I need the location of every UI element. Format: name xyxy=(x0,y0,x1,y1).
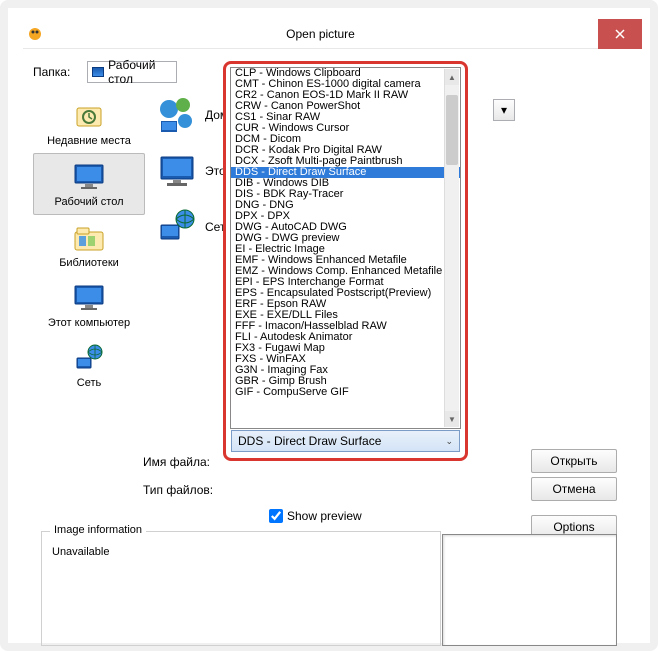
filetype-option[interactable]: CRW - Canon PowerShot xyxy=(231,101,460,112)
checkbox-input[interactable] xyxy=(269,509,283,523)
filetype-option[interactable]: FXS - WinFAX xyxy=(231,354,460,365)
network-icon xyxy=(157,207,197,247)
filetype-option[interactable]: EPI - EPS Interchange Format xyxy=(231,277,460,288)
filetype-label: Тип файлов: xyxy=(143,483,213,497)
filetype-option[interactable]: DWG - AutoCAD DWG xyxy=(231,222,460,233)
filetype-option[interactable]: DNG - DNG xyxy=(231,200,460,211)
libraries-icon xyxy=(71,223,107,253)
sidebar-item-libraries[interactable]: Библиотеки xyxy=(33,215,145,275)
filetype-option[interactable]: DCX - Zsoft Multi-page Paintbrush xyxy=(231,156,460,167)
filetype-option[interactable]: CMT - Chinon ES-1000 digital camera xyxy=(231,79,460,90)
filetype-option[interactable]: DIS - BDK Ray-Tracer xyxy=(231,189,460,200)
filetype-option[interactable]: EMZ - Windows Comp. Enhanced Metafile xyxy=(231,266,460,277)
filetype-combo-value: DDS - Direct Draw Surface xyxy=(238,434,381,448)
filetype-option[interactable]: FLI - Autodesk Animator xyxy=(231,332,460,343)
filetype-option[interactable]: ERF - Epson RAW xyxy=(231,299,460,310)
filetype-option[interactable]: CUR - Windows Cursor xyxy=(231,123,460,134)
sidebar-item-network[interactable]: Сеть xyxy=(33,335,145,395)
filetype-option[interactable]: EPS - Encapsulated Postscript(Preview) xyxy=(231,288,460,299)
recent-icon xyxy=(71,101,107,131)
sidebar-item-label: Недавние места xyxy=(47,135,131,147)
checkbox-label: Show preview xyxy=(287,509,362,523)
desktop-icon xyxy=(71,162,107,192)
filetype-option[interactable]: EXE - EXE/DLL Files xyxy=(231,310,460,321)
sidebar-item-desktop[interactable]: Рабочий стол xyxy=(33,153,145,215)
app-icon xyxy=(27,26,43,42)
open-button[interactable]: Открыть xyxy=(531,449,617,473)
cancel-button[interactable]: Отмена xyxy=(531,477,617,501)
scrollbar[interactable]: ▲ ▼ xyxy=(444,69,459,427)
filetype-option[interactable]: EMF - Windows Enhanced Metafile xyxy=(231,255,460,266)
filetype-combo[interactable]: DDS - Direct Draw Surface ⌄ xyxy=(231,430,460,452)
action-buttons: Открыть Отмена Options xyxy=(531,449,617,539)
filetype-option[interactable]: GIF - CompuServe GIF xyxy=(231,387,460,398)
filetype-option[interactable]: G3N - Imaging Fax xyxy=(231,365,460,376)
show-preview-checkbox[interactable]: Show preview xyxy=(269,509,362,523)
preview-box xyxy=(442,534,617,646)
sidebar-item-label: Сеть xyxy=(77,377,101,389)
desktop-icon xyxy=(92,67,104,77)
filetype-dropdown-highlight: CLP - Windows ClipboardCMT - Chinon ES-1… xyxy=(223,61,468,461)
filetype-option[interactable]: DCM - Dicom xyxy=(231,134,460,145)
filetype-option[interactable]: FFF - Imacon/Hasselblad RAW xyxy=(231,321,460,332)
info-text: Unavailable xyxy=(42,532,440,572)
filetype-option[interactable]: FX3 - Fugawi Map xyxy=(231,343,460,354)
filetype-option[interactable]: DCR - Kodak Pro Digital RAW xyxy=(231,145,460,156)
scroll-up-arrow[interactable]: ▲ xyxy=(445,69,459,85)
filetype-option[interactable]: DDS - Direct Draw Surface xyxy=(231,167,460,178)
network-icon xyxy=(71,343,107,373)
info-legend: Image information xyxy=(50,524,146,536)
network-group-icon xyxy=(157,95,197,135)
scroll-thumb[interactable] xyxy=(446,95,458,165)
computer-icon xyxy=(157,151,197,191)
scroll-track[interactable] xyxy=(445,85,459,411)
filetype-option[interactable]: GBR - Gimp Brush xyxy=(231,376,460,387)
filetype-dropdown-list[interactable]: CLP - Windows ClipboardCMT - Chinon ES-1… xyxy=(230,67,461,429)
nav-dropdown-button[interactable]: ▾ xyxy=(493,99,515,121)
titlebar: Open picture xyxy=(23,19,642,49)
filetype-option[interactable]: CR2 - Canon EOS-1D Mark II RAW xyxy=(231,90,460,101)
scroll-down-arrow[interactable]: ▼ xyxy=(445,411,459,427)
dialog-window: Open picture Папка: Рабочий стол ▾ Недав… xyxy=(0,0,658,651)
folder-value: Рабочий стол xyxy=(108,58,172,86)
filetype-option[interactable]: CS1 - Sinar RAW xyxy=(231,112,460,123)
image-information-group: Image information Unavailable xyxy=(41,531,441,646)
sidebar-item-label: Рабочий стол xyxy=(54,196,123,208)
close-button[interactable] xyxy=(598,19,642,49)
filetype-option[interactable]: EI - Electric Image xyxy=(231,244,460,255)
sidebar-item-computer[interactable]: Этот компьютер xyxy=(33,275,145,335)
filetype-option[interactable]: DWG - DWG preview xyxy=(231,233,460,244)
window-title: Open picture xyxy=(43,27,598,41)
filetype-option[interactable]: DIB - Windows DIB xyxy=(231,178,460,189)
sidebar-item-label: Библиотеки xyxy=(59,257,119,269)
chevron-down-icon: ⌄ xyxy=(445,436,453,447)
computer-icon xyxy=(71,283,107,313)
filetype-option[interactable]: DPX - DPX xyxy=(231,211,460,222)
places-sidebar: Недавние места Рабочий стол Библиотеки xyxy=(33,93,145,473)
filetype-option[interactable]: CLP - Windows Clipboard xyxy=(231,68,460,79)
sidebar-item-recent[interactable]: Недавние места xyxy=(33,93,145,153)
folder-label: Папка: xyxy=(33,65,81,79)
sidebar-item-label: Этот компьютер xyxy=(48,317,130,329)
folder-combo[interactable]: Рабочий стол xyxy=(87,61,177,83)
filename-label: Имя файла: xyxy=(143,455,210,469)
